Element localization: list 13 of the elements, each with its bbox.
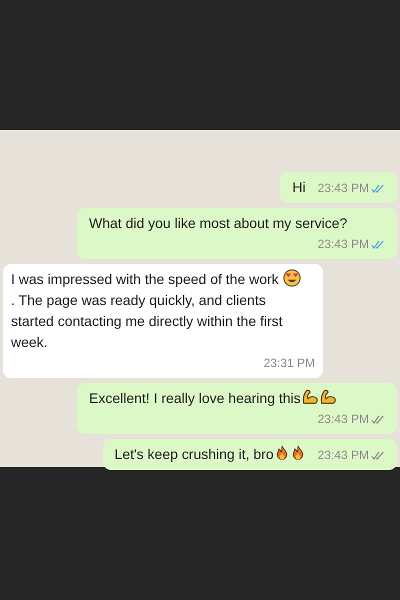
message-time: 23:43 PM: [318, 236, 369, 253]
message-text: Excellent! I really love hearing this: [89, 388, 337, 409]
heart-eyes-face-icon: [282, 269, 301, 287]
message-time: 23:43 PM: [318, 447, 369, 464]
message-time: 23:31 PM: [264, 355, 315, 372]
message-text: I was impressed with the speed of the work . The page was ready quickly, and clients started contacting me directly within the first week.: [11, 269, 303, 353]
message-time: 23:43 PM: [318, 180, 369, 197]
message-text: Hi: [292, 178, 306, 197]
message-text: What did you like most about my service?: [89, 214, 348, 233]
message-time: 23:43 PM: [318, 411, 369, 428]
flexed-arm-icon: [300, 388, 319, 406]
message-text: Let's keep crushing it, bro: [114, 444, 306, 465]
flexed-arm-icon: [318, 388, 337, 406]
